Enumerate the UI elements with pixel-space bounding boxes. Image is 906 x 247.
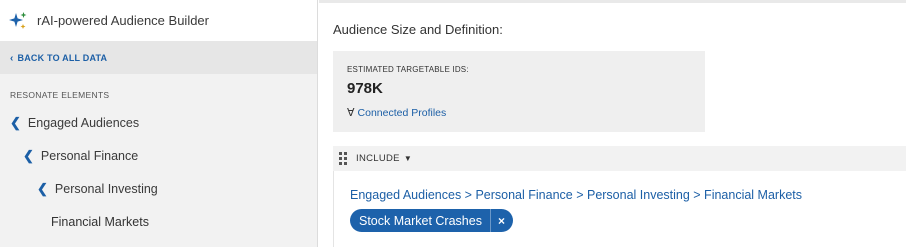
nav-item-label: Personal Finance xyxy=(40,148,139,163)
back-label: BACK TO ALL DATA xyxy=(17,53,108,63)
sidebar-header: rAI-powered Audience Builder xyxy=(0,0,317,42)
top-divider xyxy=(319,0,906,3)
connected-profiles-label: Connected Profiles xyxy=(357,106,447,119)
estimate-label: ESTIMATED TARGETABLE IDS: xyxy=(347,65,469,74)
rule-panel: Engaged Audiences > Personal Finance > P… xyxy=(333,171,906,247)
close-icon[interactable]: × xyxy=(498,214,505,228)
sidebar: rAI-powered Audience Builder ‹ BACK TO A… xyxy=(0,0,318,247)
nav-item-financial-markets[interactable]: Financial Markets xyxy=(0,205,317,238)
back-to-all-data-link[interactable]: ‹ BACK TO ALL DATA xyxy=(0,42,317,74)
connected-profiles-icon: Ɐ xyxy=(347,107,355,119)
include-bar: INCLUDE ▼ xyxy=(333,146,906,171)
caret-down-icon: ▼ xyxy=(403,154,412,163)
chevron-left-icon: ❮ xyxy=(23,147,34,163)
nav-item-personal-finance[interactable]: ❮ Personal Finance xyxy=(0,139,317,172)
nav-item-label: Personal Investing xyxy=(54,181,158,196)
nav-item-label: Financial Markets xyxy=(51,214,149,229)
nav-item-engaged-audiences[interactable]: ❮ Engaged Audiences xyxy=(0,106,317,139)
page-title: Audience Size and Definition: xyxy=(333,22,503,37)
estimate-card: ESTIMATED TARGETABLE IDS: 978K Ɐ Connect… xyxy=(333,51,705,132)
connected-profiles-link[interactable]: Ɐ Connected Profiles xyxy=(347,106,447,120)
app-title: rAI-powered Audience Builder xyxy=(37,13,209,28)
chevron-left-icon: ❮ xyxy=(10,114,21,130)
nav-item-personal-investing[interactable]: ❮ Personal Investing xyxy=(0,172,317,205)
main-panel: Audience Size and Definition: ESTIMATED … xyxy=(319,0,906,247)
segment-tag-label: Stock Market Crashes xyxy=(359,213,482,228)
chevron-left-icon: ❮ xyxy=(37,180,48,196)
chevron-left-icon: ‹ xyxy=(10,52,14,64)
segment-tag[interactable]: Stock Market Crashes × xyxy=(350,209,513,232)
include-dropdown[interactable]: INCLUDE ▼ xyxy=(356,153,412,164)
tag-divider xyxy=(489,209,491,232)
nav-item-label: Engaged Audiences xyxy=(27,115,140,130)
estimate-value: 978K xyxy=(347,80,383,97)
include-label: INCLUDE xyxy=(356,153,400,164)
sparkle-icon xyxy=(9,11,27,29)
drag-handle-icon[interactable] xyxy=(339,152,347,165)
section-label: RESONATE ELEMENTS xyxy=(10,90,110,100)
category-breadcrumb[interactable]: Engaged Audiences > Personal Finance > P… xyxy=(350,188,802,202)
